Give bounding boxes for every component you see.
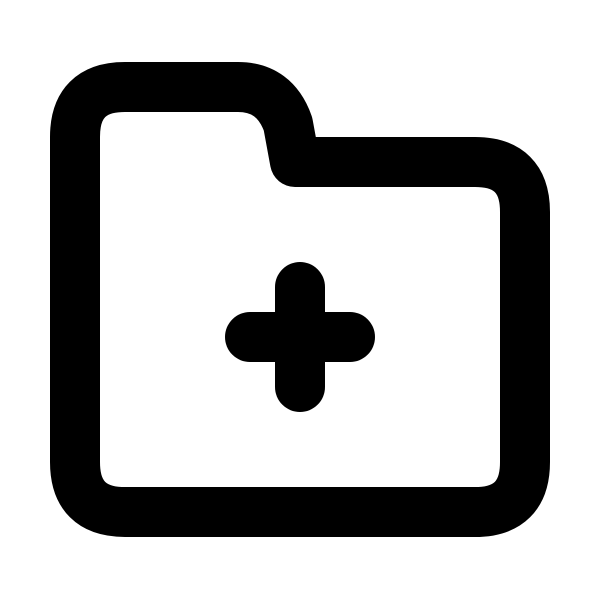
plus-icon — [225, 262, 375, 412]
icon-canvas — [0, 0, 600, 600]
folder-add-icon — [50, 62, 550, 537]
